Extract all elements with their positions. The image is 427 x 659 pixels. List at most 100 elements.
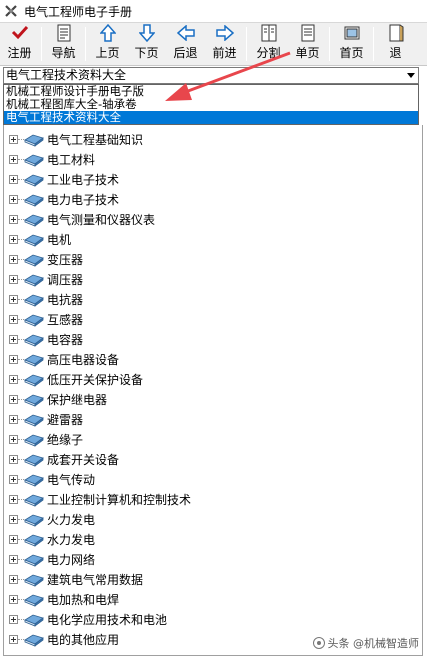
book-icon	[24, 351, 44, 367]
book-icon	[24, 291, 44, 307]
expand-plus-icon[interactable]	[9, 154, 18, 164]
book-icon	[24, 391, 44, 407]
expand-plus-icon[interactable]	[9, 334, 18, 344]
home-button-label: 首页	[339, 46, 364, 60]
expand-plus-icon[interactable]	[9, 174, 18, 184]
book-icon	[24, 431, 44, 447]
expand-plus-icon[interactable]	[9, 454, 18, 464]
tree-node[interactable]: 互感器	[4, 309, 422, 329]
tree-node-label: 电气工程基础知识	[47, 132, 144, 147]
book-icon	[24, 511, 44, 527]
previous-page-button[interactable]: 上页	[88, 23, 127, 65]
expand-plus-icon[interactable]	[9, 634, 18, 644]
tree-node[interactable]: 变压器	[4, 249, 422, 269]
tree-node-label: 成套开关设备	[47, 452, 120, 467]
tree-node-label: 电容器	[47, 332, 84, 347]
dropdown-option-selected[interactable]: 电气工程技术资料大全	[4, 111, 418, 124]
tree-node[interactable]: 低压开关保护设备	[4, 369, 422, 389]
expand-plus-icon[interactable]	[9, 354, 18, 364]
dropdown-arrow-icon[interactable]	[403, 68, 418, 83]
expand-plus-icon[interactable]	[9, 434, 18, 444]
expand-plus-icon[interactable]	[9, 134, 18, 144]
book-icon	[24, 631, 44, 647]
tree-node[interactable]: 电加热和电焊	[4, 589, 422, 609]
tree-node[interactable]: 电力电子技术	[4, 189, 422, 209]
expand-plus-icon[interactable]	[9, 194, 18, 204]
home-button[interactable]: 首页	[332, 23, 371, 65]
tree-node[interactable]: 工业控制计算机和控制技术	[4, 489, 422, 509]
tree-node[interactable]: 电机	[4, 229, 422, 249]
book-icon	[24, 231, 44, 247]
home-icon	[341, 23, 363, 43]
tree-node[interactable]: 电气工程基础知识	[4, 129, 422, 149]
single-page-icon	[297, 23, 319, 43]
tree-node-label: 绝缘子	[47, 432, 84, 447]
expand-plus-icon[interactable]	[9, 514, 18, 524]
tree-node-label: 火力发电	[47, 512, 96, 527]
tree-node[interactable]: 工业电子技术	[4, 169, 422, 189]
tree-node-label: 工业电子技术	[47, 172, 120, 187]
expand-plus-icon[interactable]	[9, 374, 18, 384]
tree-node-label: 避雷器	[47, 412, 84, 427]
navigation-button-label: 导航	[51, 46, 76, 60]
tree-node[interactable]: 水力发电	[4, 529, 422, 549]
toolbar-separator	[329, 27, 330, 61]
expand-plus-icon[interactable]	[9, 614, 18, 624]
expand-plus-icon[interactable]	[9, 254, 18, 264]
arrow-down-icon	[136, 23, 158, 43]
tree-node[interactable]: 电气测量和仪器仪表	[4, 209, 422, 229]
expand-plus-icon[interactable]	[9, 494, 18, 504]
category-tree-panel: 电气工程基础知识 电工材料工业电子技术 电力电子技术电气测量和仪器仪表 电机 变压器 调压…	[3, 125, 423, 656]
tree-node[interactable]: 调压器	[4, 269, 422, 289]
tree-node[interactable]: 避雷器	[4, 409, 422, 429]
tree-node-label: 工业控制计算机和控制技术	[47, 492, 192, 507]
expand-plus-icon[interactable]	[9, 234, 18, 244]
expand-plus-icon[interactable]	[9, 214, 18, 224]
tree-node-label: 电抗器	[47, 292, 84, 307]
tree-node-label: 电的其他应用	[47, 632, 120, 647]
previous-page-button-label: 上页	[95, 46, 120, 60]
tree-node[interactable]: 电化学应用技术和电池	[4, 609, 422, 629]
navigation-button[interactable]: 导航	[44, 23, 83, 65]
arrow-right-icon	[214, 23, 236, 43]
tree-node[interactable]: 电容器	[4, 329, 422, 349]
arrow-up-icon	[97, 23, 119, 43]
book-icon	[24, 331, 44, 347]
expand-plus-icon[interactable]	[9, 534, 18, 544]
book-icon	[24, 371, 44, 387]
exit-button[interactable]: 退	[376, 23, 415, 65]
expand-plus-icon[interactable]	[9, 554, 18, 564]
tree-node[interactable]: 保护继电器	[4, 389, 422, 409]
tree-node-label: 电化学应用技术和电池	[47, 612, 168, 627]
tree-node-label: 建筑电气常用数据	[47, 572, 144, 587]
tree-node[interactable]: 电气传动	[4, 469, 422, 489]
expand-plus-icon[interactable]	[9, 394, 18, 404]
toolbar-separator	[373, 27, 374, 61]
expand-plus-icon[interactable]	[9, 314, 18, 324]
tree-node[interactable]: 成套开关设备	[4, 449, 422, 469]
book-icon	[24, 191, 44, 207]
tree-node[interactable]: 电工材料	[4, 149, 422, 169]
expand-plus-icon[interactable]	[9, 274, 18, 284]
tree-node[interactable]: 建筑电气常用数据	[4, 569, 422, 589]
expand-plus-icon[interactable]	[9, 574, 18, 584]
tree-node[interactable]: 电力网络	[4, 549, 422, 569]
tree-node-label: 电工材料	[47, 152, 96, 167]
tree-node-label: 电力网络	[47, 552, 96, 567]
watermark-text: 头条 @机械智造师	[327, 637, 420, 650]
tree-node[interactable]: 火力发电	[4, 509, 422, 529]
book-icon	[24, 171, 44, 187]
tree-node-label: 电力电子技术	[47, 192, 120, 207]
expand-plus-icon[interactable]	[9, 294, 18, 304]
expand-plus-icon[interactable]	[9, 474, 18, 484]
tree-node[interactable]: 绝缘子	[4, 429, 422, 449]
book-icon	[24, 311, 44, 327]
register-button-label: 注册	[7, 46, 32, 60]
tree-node[interactable]: 电抗器	[4, 289, 422, 309]
register-button[interactable]: 注册	[0, 23, 39, 65]
tree-node[interactable]: 高压电器设备	[4, 349, 422, 369]
tree-node-label: 水力发电	[47, 532, 96, 547]
expand-plus-icon[interactable]	[9, 594, 18, 604]
book-icon	[24, 211, 44, 227]
expand-plus-icon[interactable]	[9, 414, 18, 424]
